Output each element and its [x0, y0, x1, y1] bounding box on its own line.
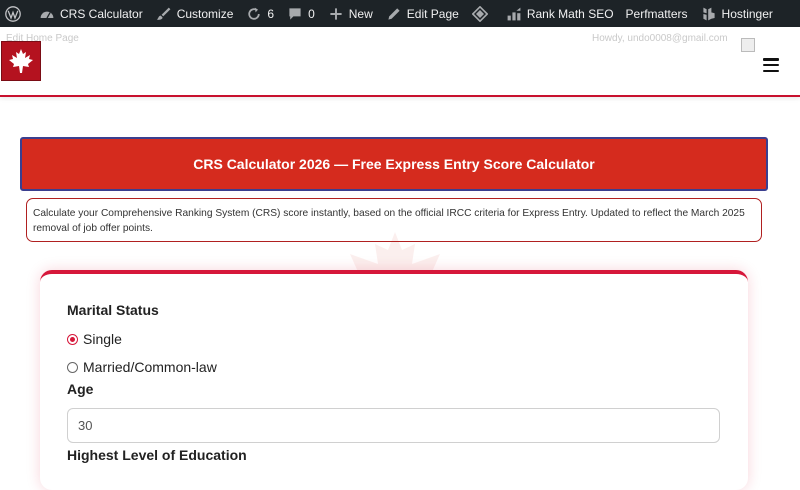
- education-label: Highest Level of Education: [67, 447, 247, 463]
- maple-leaf-icon: [9, 49, 33, 73]
- marital-option-married[interactable]: Married/Common-law: [67, 359, 217, 375]
- diamond-plugin-link[interactable]: [465, 0, 499, 27]
- customize-label: Customize: [176, 6, 234, 21]
- age-label: Age: [67, 381, 94, 397]
- faded-avatar: [741, 38, 755, 52]
- site-name-link[interactable]: CRS Calculator: [32, 0, 149, 27]
- edit-page-label: Edit Page: [406, 6, 459, 21]
- rank-math-link[interactable]: Rank Math SEO: [499, 0, 620, 27]
- updates-count: 6: [267, 6, 275, 21]
- new-label: New: [348, 6, 373, 21]
- pencil-icon: [385, 5, 403, 23]
- perfmatters-link[interactable]: Perfmatters: [620, 0, 694, 27]
- rank-math-icon: [505, 5, 523, 23]
- diamond-icon: [471, 5, 489, 23]
- page-title-banner: CRS Calculator 2026 — Free Express Entry…: [20, 137, 768, 191]
- site-name-label: CRS Calculator: [60, 6, 143, 21]
- page-title: CRS Calculator 2026 — Free Express Entry…: [193, 156, 595, 172]
- married-radio-label: Married/Common-law: [83, 359, 217, 375]
- rank-math-label: Rank Math SEO: [526, 6, 614, 21]
- paintbrush-icon: [155, 5, 173, 23]
- age-input[interactable]: [67, 408, 720, 443]
- dashboard-icon: [38, 5, 56, 23]
- site-logo[interactable]: [1, 41, 41, 81]
- hostinger-icon: [700, 5, 718, 23]
- wordpress-icon: [4, 5, 22, 23]
- wordpress-logo-button[interactable]: [0, 0, 32, 27]
- single-radio-label: Single: [83, 331, 122, 347]
- new-content-link[interactable]: New: [321, 0, 379, 27]
- comments-count: 0: [308, 6, 315, 21]
- refresh-icon: [245, 5, 263, 23]
- site-header: Edit Home Page Howdy, undo0008@gmail.com: [0, 27, 800, 97]
- plus-icon: [327, 5, 345, 23]
- wp-admin-bar: CRS Calculator Customize 6 0 New Edit Pa…: [0, 0, 800, 27]
- perfmatters-label: Perfmatters: [625, 6, 688, 21]
- marital-option-single[interactable]: Single: [67, 331, 122, 347]
- hostinger-label: Hostinger: [721, 6, 773, 21]
- comments-link[interactable]: 0: [280, 0, 321, 27]
- edit-page-link[interactable]: Edit Page: [379, 0, 465, 27]
- customize-link[interactable]: Customize: [149, 0, 240, 27]
- hamburger-menu-icon[interactable]: [763, 58, 779, 72]
- married-radio[interactable]: [67, 361, 78, 373]
- faded-howdy-text: Howdy, undo0008@gmail.com: [592, 33, 728, 44]
- updates-link[interactable]: 6: [239, 0, 280, 27]
- marital-status-label: Marital Status: [67, 302, 159, 318]
- hostinger-link[interactable]: Hostinger: [694, 0, 779, 27]
- comment-icon: [286, 5, 304, 23]
- single-radio[interactable]: [67, 333, 78, 345]
